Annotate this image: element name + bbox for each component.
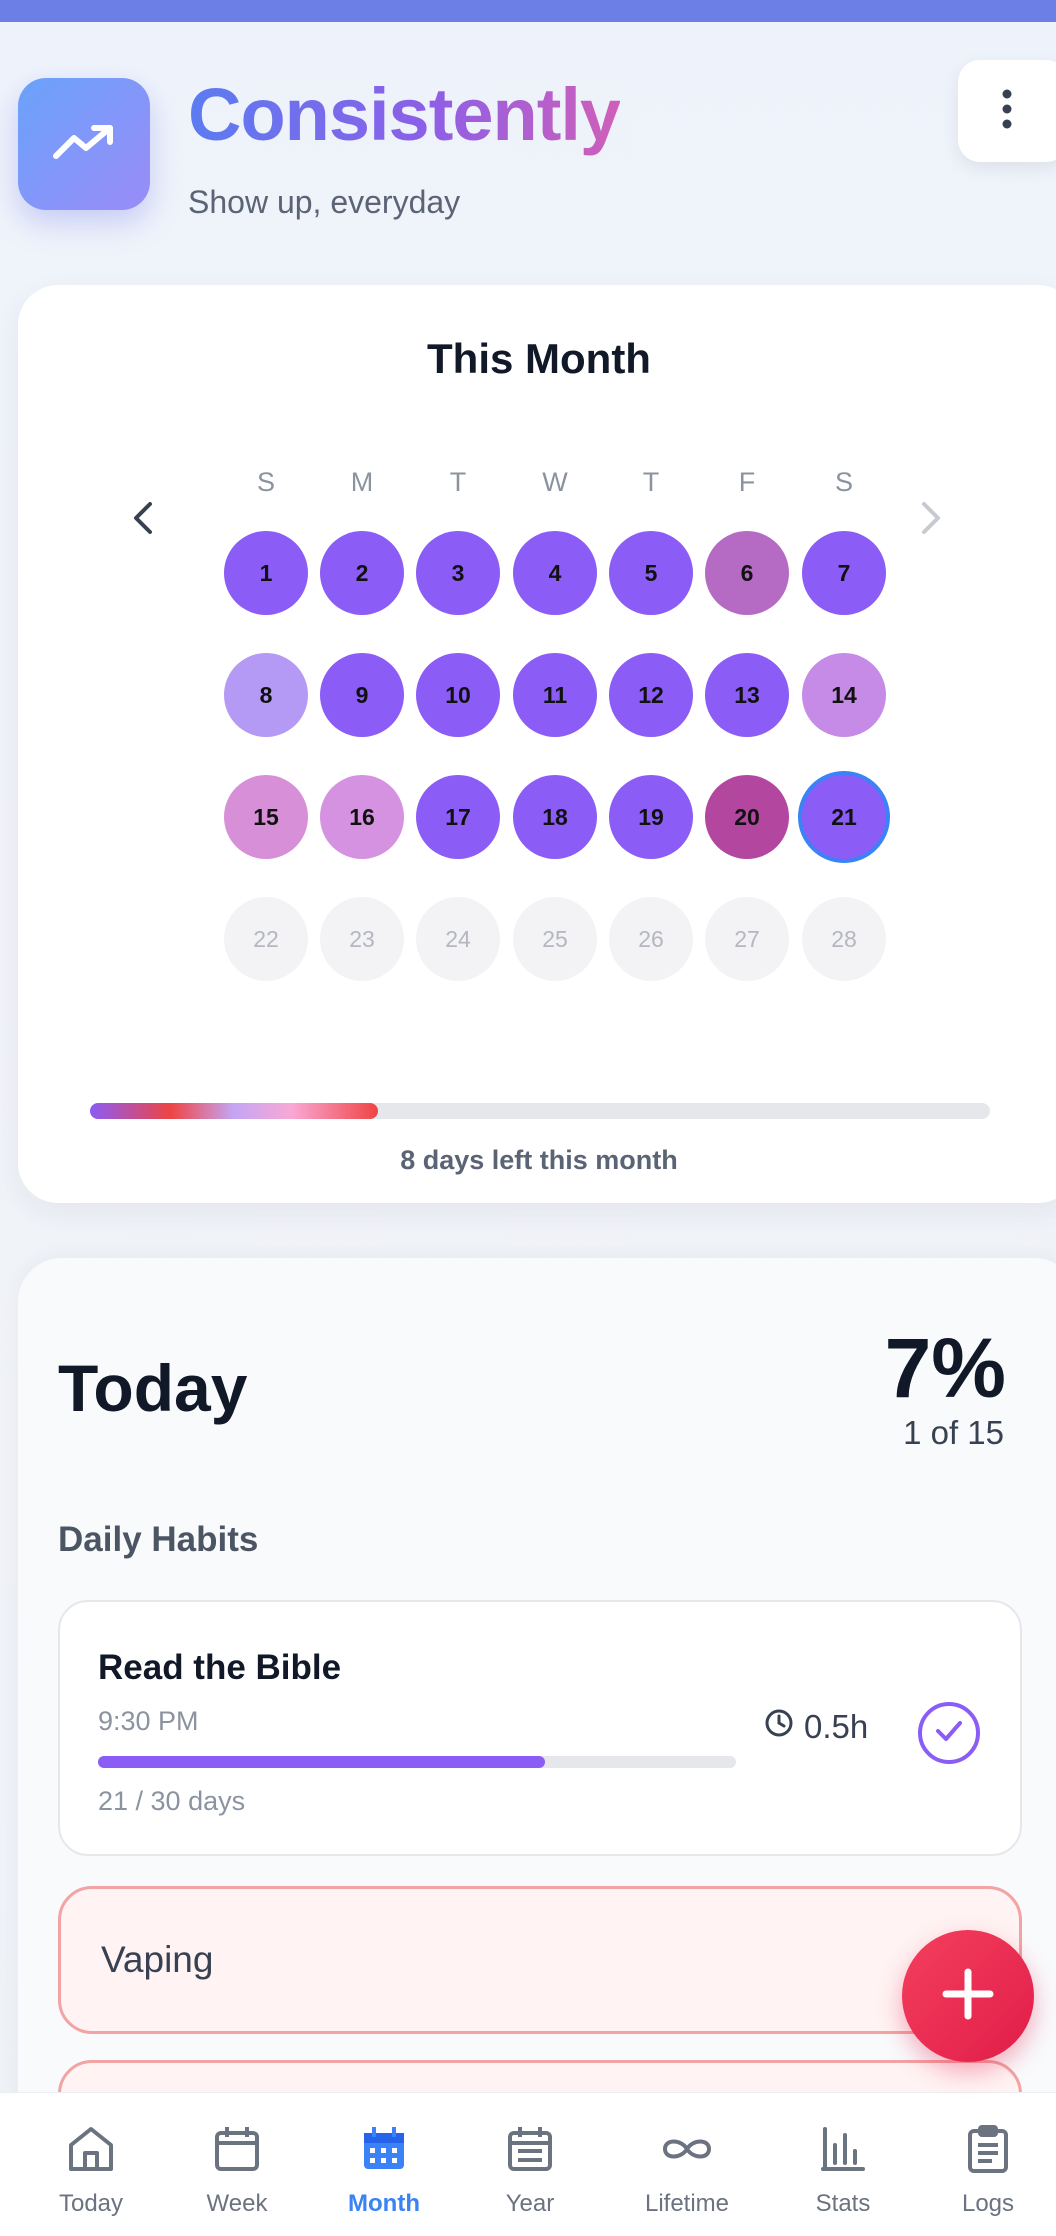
- nav-week[interactable]: Week: [167, 2093, 307, 2236]
- nav-label: Lifetime: [644, 2190, 730, 2217]
- calendar-day[interactable]: 16: [320, 775, 404, 859]
- calendar-icon: [211, 2093, 263, 2180]
- calendar-day[interactable]: 26: [609, 897, 693, 981]
- home-icon: [65, 2093, 117, 2180]
- daily-habits-label: Daily Habits: [58, 1520, 259, 1559]
- previous-month-button[interactable]: [118, 495, 168, 545]
- calendar-day[interactable]: 14: [802, 653, 886, 737]
- nav-label: Month: [348, 2190, 420, 2217]
- nav-year[interactable]: Year: [460, 2093, 600, 2236]
- nav-stats[interactable]: Stats: [773, 2093, 913, 2236]
- bar-chart-icon: [817, 2093, 869, 2180]
- nav-lifetime[interactable]: Lifetime: [617, 2093, 757, 2236]
- bottom-navigation: Today Week Month Year Lifetime Stats Log…: [0, 2092, 1056, 2236]
- nav-label: Today: [58, 2190, 124, 2217]
- calendar-day[interactable]: 23: [320, 897, 404, 981]
- habit-progress-bar: [98, 1756, 736, 1768]
- habit-time: 9:30 PM: [98, 1706, 199, 1736]
- calendar-day[interactable]: 2: [320, 531, 404, 615]
- weekday-label: M: [350, 467, 374, 497]
- calendar-day[interactable]: 28: [802, 897, 886, 981]
- nav-label: Logs: [961, 2190, 1015, 2217]
- calendar-day[interactable]: 25: [513, 897, 597, 981]
- today-count: 1 of 15: [903, 1414, 1004, 1451]
- check-icon: [934, 1719, 964, 1748]
- nav-logs[interactable]: Logs: [918, 2093, 1056, 2236]
- calendar-day[interactable]: 22: [224, 897, 308, 981]
- plus-icon: [942, 1968, 994, 2025]
- habit-card[interactable]: Read the Bible 9:30 PM 21 / 30 days 0.5h: [58, 1600, 1022, 1856]
- next-month-button[interactable]: [906, 495, 956, 545]
- habit-days: 21 / 30 days: [98, 1786, 246, 1816]
- calendar-day[interactable]: 11: [513, 653, 597, 737]
- calendar-day[interactable]: 13: [705, 653, 789, 737]
- weekday-label: T: [642, 467, 660, 497]
- habit-complete-button[interactable]: [918, 1702, 980, 1764]
- nav-label: Year: [505, 2190, 555, 2217]
- nav-month[interactable]: Month: [314, 2093, 454, 2236]
- calendar-day[interactable]: 20: [705, 775, 789, 859]
- calendar-day[interactable]: 4: [513, 531, 597, 615]
- add-habit-button[interactable]: [902, 1930, 1034, 2062]
- habit-name: Read the Bible: [98, 1648, 342, 1687]
- chevron-left-icon: [132, 501, 154, 540]
- calendar-day[interactable]: 3: [416, 531, 500, 615]
- calendar-day[interactable]: 9: [320, 653, 404, 737]
- month-title: This Month: [427, 335, 651, 382]
- infinity-icon: [659, 2093, 715, 2180]
- calendar-day[interactable]: 27: [705, 897, 789, 981]
- calendar-day[interactable]: 18: [513, 775, 597, 859]
- nav-label: Week: [206, 2190, 268, 2217]
- habit-duration-value: 0.5h: [804, 1708, 869, 1745]
- chevron-right-icon: [920, 501, 942, 540]
- calendar-day[interactable]: 1: [224, 531, 308, 615]
- habit-progress-fill: [98, 1756, 545, 1768]
- calendar-list-icon: [504, 2093, 556, 2180]
- calendar-day[interactable]: 6: [705, 531, 789, 615]
- app-subtitle: Show up, everyday: [188, 184, 461, 220]
- calendar-day[interactable]: 10: [416, 653, 500, 737]
- today-panel: Today 7% 1 of 15 Daily Habits Read the B…: [18, 1258, 1056, 2236]
- status-bar: [0, 0, 1056, 22]
- weekday-label: W: [542, 467, 568, 497]
- calendar-day[interactable]: 5: [609, 531, 693, 615]
- nav-today[interactable]: Today: [21, 2093, 161, 2236]
- app-logo: [18, 78, 150, 210]
- calendar-day[interactable]: 24: [416, 897, 500, 981]
- calendar-day[interactable]: 17: [416, 775, 500, 859]
- weekday-label: S: [256, 467, 275, 497]
- calendar-day[interactable]: 7: [802, 531, 886, 615]
- weekday-label: T: [449, 467, 467, 497]
- month-card: This Month S M T W T F S 1 2 3 4 5 6 7 8 9 10 11 12 13 14 15 1…: [18, 285, 1056, 1203]
- days-left-label: 8 days left this month: [400, 1145, 678, 1175]
- clipboard-icon: [962, 2093, 1014, 2180]
- more-vertical-icon: [1002, 89, 1012, 134]
- today-percent: 7%: [884, 1321, 1006, 1415]
- weekday-label: S: [834, 467, 853, 497]
- calendar-day[interactable]: 12: [609, 653, 693, 737]
- trending-up-icon: [52, 122, 116, 167]
- today-title: Today: [58, 1351, 248, 1425]
- month-progress-bar: [90, 1103, 990, 1119]
- app-title: Consistently: [188, 73, 621, 156]
- calendar-grid-icon: [358, 2093, 410, 2180]
- weekday-label: F: [738, 467, 756, 497]
- more-menu-button[interactable]: [958, 60, 1056, 162]
- calendar-day[interactable]: 15: [224, 775, 308, 859]
- nav-label: Stats: [815, 2190, 871, 2217]
- clock-icon: [764, 1708, 794, 1746]
- vice-name: Vaping: [101, 1939, 214, 1980]
- month-progress-fill: [90, 1103, 378, 1119]
- calendar-day[interactable]: 8: [224, 653, 308, 737]
- calendar-day[interactable]: 19: [609, 775, 693, 859]
- habit-duration: 0.5h: [764, 1708, 868, 1746]
- vice-card[interactable]: Vaping: [58, 1886, 1022, 2034]
- calendar-day-today[interactable]: 21: [802, 775, 886, 859]
